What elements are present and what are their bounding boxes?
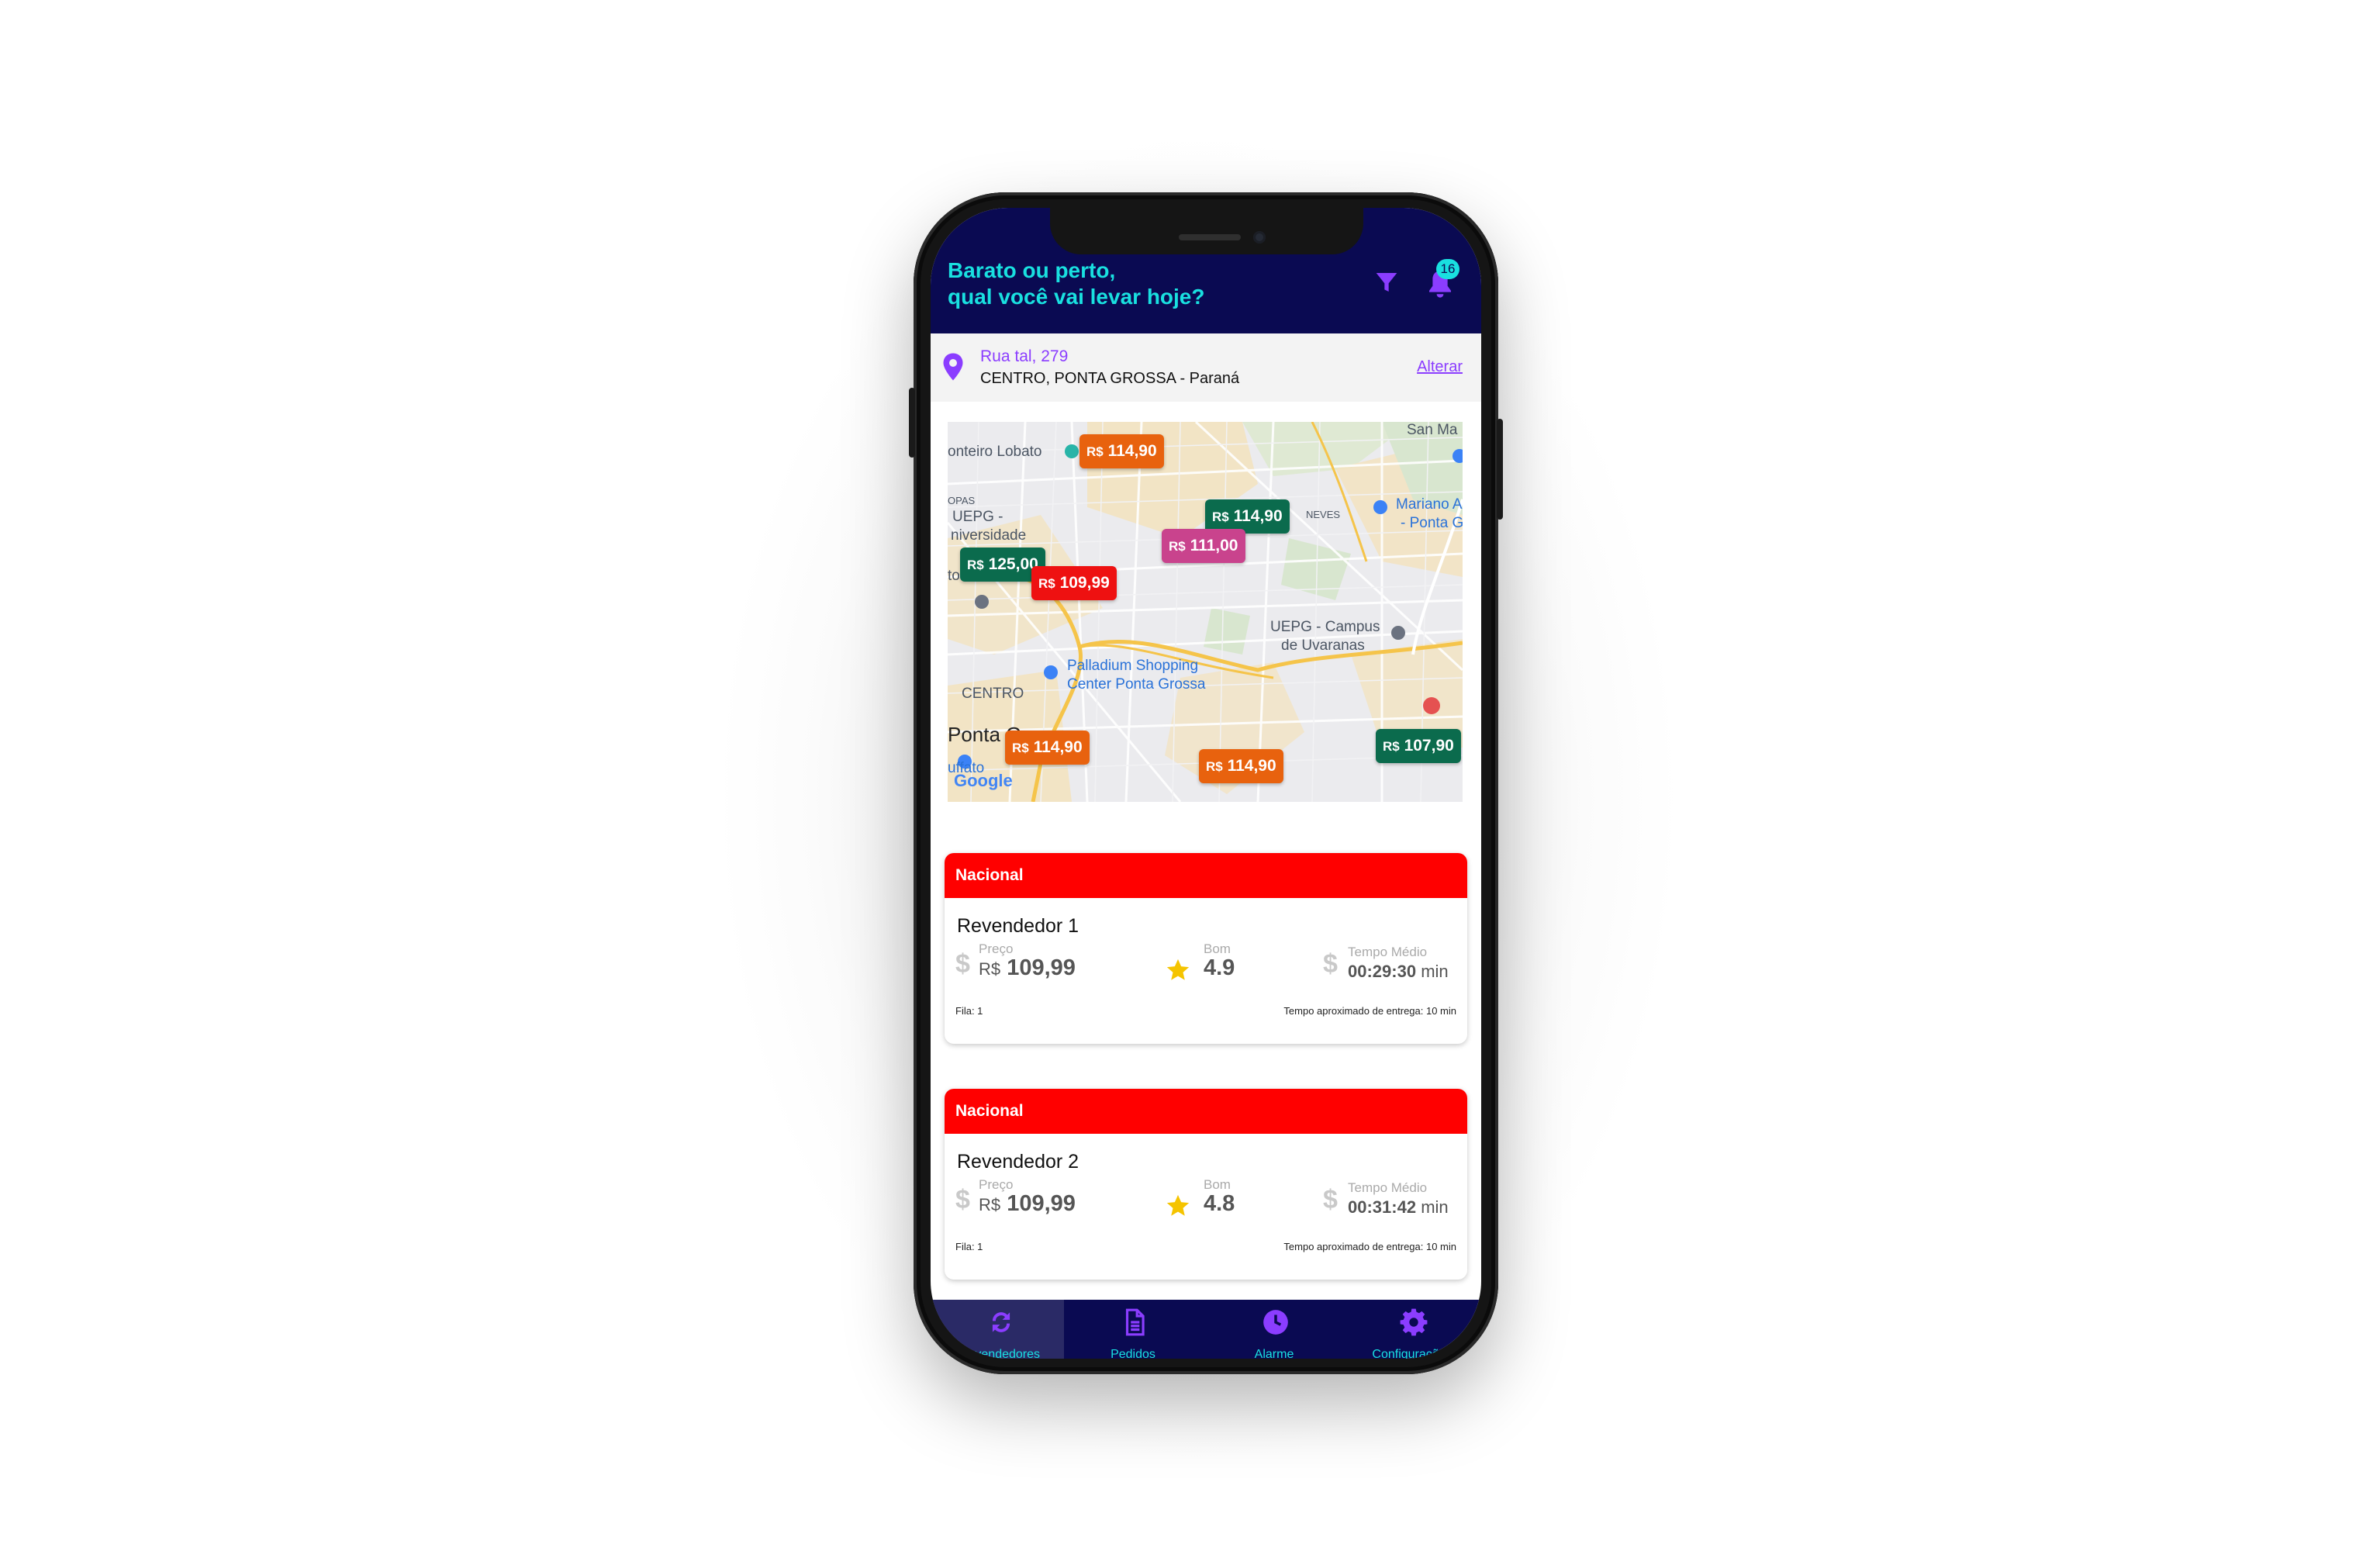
seller-name: Revendedor 1: [957, 915, 1079, 937]
map-view[interactable]: onteiro Lobato San Ma OPAS UEPG - nivers…: [948, 422, 1463, 802]
nav-item-alarme[interactable]: Alarme: [1205, 1300, 1343, 1359]
time-value: 00:29:30 min: [1348, 962, 1449, 981]
map-label-mariano-2: - Ponta G: [1401, 515, 1463, 531]
nav-item-revendedores[interactable]: Revendedores: [931, 1300, 1069, 1359]
price-label: Preço: [979, 1177, 1014, 1192]
brand-name: Nacional: [955, 1102, 1024, 1120]
time-value: 00:31:42 min: [1348, 1197, 1449, 1217]
queue-text: Fila: 1: [955, 1241, 983, 1252]
address-city: CENTRO, PONTA GROSSA - Paraná: [980, 370, 1240, 387]
price-value: R$ 109,99: [979, 1191, 1076, 1216]
map-label-mariano-1: Mariano A: [1396, 496, 1463, 513]
price-dollar-icon: $: [955, 949, 970, 979]
address-street: Rua tal, 279: [980, 347, 1069, 365]
star-icon: [1166, 959, 1190, 980]
rating-label: Bom: [1204, 1177, 1231, 1192]
time-label: Tempo Médio: [1348, 1180, 1428, 1195]
nav-label: Alarme: [1254, 1348, 1294, 1359]
exchange-icon: [992, 1312, 1010, 1332]
nav-item-pedidos[interactable]: Pedidos: [1064, 1300, 1202, 1359]
phone-side-button-right: [1497, 419, 1503, 520]
bottom-nav: Revendedores Pedidos Alarme Configuraçõe…: [931, 1300, 1481, 1359]
seller-card[interactable]: Nacional Revendedor 2 $ Preço R$ 109,99 …: [945, 1089, 1467, 1280]
map-label-centro: CENTRO: [962, 686, 1024, 702]
map-label-uepg-1: UEPG -: [952, 509, 1003, 525]
map-label-uvaranas-2: de Uvaranas: [1281, 637, 1365, 654]
map-label-uvaranas-1: UEPG - Campus: [1270, 619, 1380, 635]
address-bar: Rua tal, 279 CENTRO, PONTA GROSSA - Para…: [931, 333, 1481, 402]
clock-icon: [1263, 1310, 1288, 1335]
price-value: R$ 109,99: [979, 955, 1076, 980]
nav-label: Configurações: [1372, 1348, 1453, 1359]
price-label: Preço: [979, 941, 1014, 956]
rating-value: 4.9: [1204, 955, 1235, 980]
rating-label: Bom: [1204, 941, 1231, 956]
seller-card[interactable]: Nacional Revendedor 1 $ Preço R$ 109,99 …: [945, 853, 1467, 1044]
map-label-san: San Ma: [1407, 422, 1458, 438]
front-camera: [1253, 231, 1266, 244]
brand-name: Nacional: [955, 866, 1024, 884]
seller-name: Revendedor 2: [957, 1151, 1079, 1173]
phone-notch: [1050, 203, 1363, 254]
time-label: Tempo Médio: [1348, 945, 1428, 959]
price-marker[interactable]: R$ 111,00: [1162, 529, 1245, 563]
map-label-monteiro: onteiro Lobato: [948, 444, 1042, 460]
phone-side-button-left: [909, 388, 915, 458]
nav-label: Pedidos: [1111, 1348, 1155, 1359]
delivery-text: Tempo aproximado de entrega: 10 min: [1283, 1241, 1456, 1252]
map-label-uepg-2: niversidade: [951, 527, 1027, 544]
rating-value: 4.8: [1204, 1191, 1235, 1216]
header-title-line2: qual você vai levar hoje?: [948, 285, 1205, 309]
time-dollar-icon: $: [1323, 949, 1338, 979]
star-icon: [1166, 1194, 1190, 1216]
header-title: Barato ou perto, qual você vai levar hoj…: [948, 257, 1273, 310]
map-label-palladium-2: Center Ponta Grossa: [1067, 676, 1206, 693]
phone-screen: Barato ou perto, qual você vai levar hoj…: [931, 208, 1481, 1359]
price-marker[interactable]: R$ 107,90: [1376, 729, 1461, 763]
price-dollar-icon: $: [955, 1185, 970, 1214]
queue-text: Fila: 1: [955, 1005, 983, 1017]
notification-badge: 16: [1436, 259, 1459, 279]
change-address-link[interactable]: Alterar: [1417, 358, 1463, 376]
gear-icon: [1400, 1308, 1428, 1336]
location-pin-icon: [943, 353, 963, 381]
price-marker[interactable]: R$ 114,90: [1005, 731, 1090, 765]
map-label-to: to: [948, 568, 960, 584]
header-title-line1: Barato ou perto,: [948, 258, 1116, 282]
delivery-text: Tempo aproximado de entrega: 10 min: [1283, 1005, 1456, 1017]
document-icon: [1125, 1308, 1145, 1336]
price-marker[interactable]: R$ 109,99: [1031, 566, 1117, 600]
nav-label: Revendedores: [959, 1348, 1041, 1359]
filter-icon[interactable]: [1374, 270, 1399, 295]
time-dollar-icon: $: [1323, 1185, 1338, 1214]
price-marker[interactable]: R$ 114,90: [1199, 749, 1283, 783]
map-label-neves: NEVES: [1306, 509, 1341, 520]
map-label-opas: OPAS: [948, 495, 976, 506]
speaker-grille: [1179, 234, 1241, 240]
nav-item-configuracoes[interactable]: Configurações: [1343, 1300, 1481, 1359]
google-logo: Google: [954, 771, 1013, 790]
price-marker[interactable]: R$ 114,90: [1079, 434, 1164, 468]
map-label-palladium-1: Palladium Shopping: [1067, 658, 1199, 674]
